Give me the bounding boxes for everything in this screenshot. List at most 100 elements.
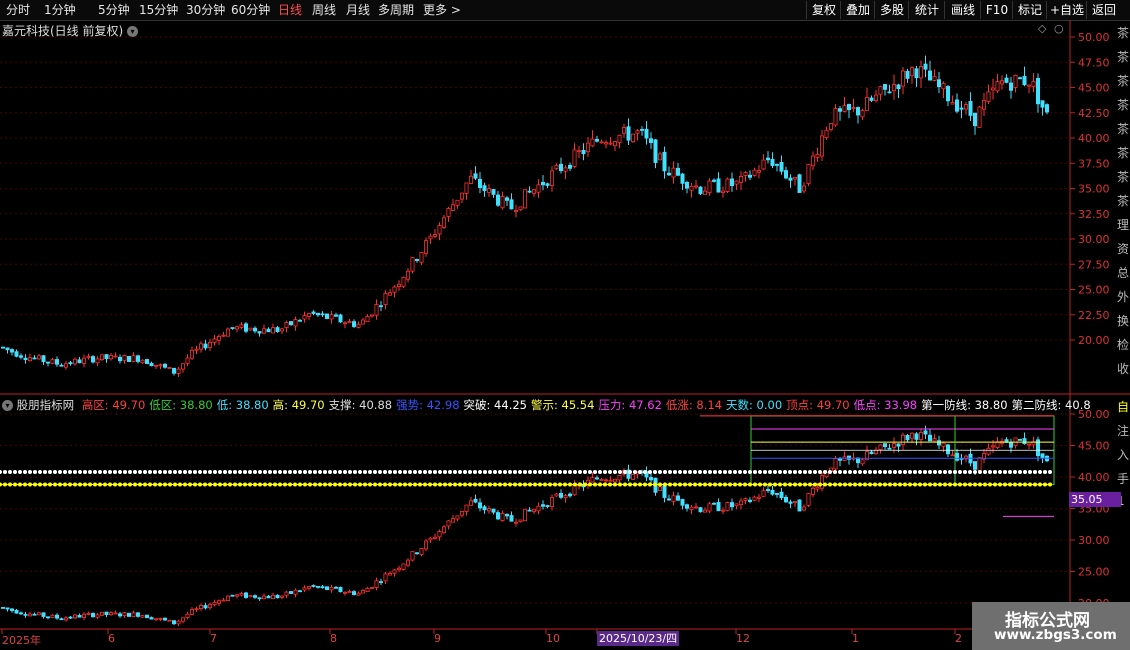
first-defense-dot bbox=[483, 482, 487, 487]
main-candle-body bbox=[613, 141, 618, 147]
indicator-value: 支撑: 40.88 bbox=[328, 398, 393, 412]
first-defense-dot bbox=[938, 482, 942, 487]
main-candle-body bbox=[658, 153, 663, 161]
main-candle-body bbox=[851, 107, 856, 110]
side-info-char[interactable]: 茶 bbox=[1117, 120, 1129, 137]
side-info-char[interactable]: 理 bbox=[1117, 216, 1129, 233]
indicator-candle-body bbox=[874, 449, 879, 455]
second-defense-dot bbox=[323, 469, 327, 474]
indicator-value: 突破: 44.25 bbox=[463, 398, 527, 412]
mark-button[interactable]: 标记 bbox=[1012, 1, 1047, 19]
first-defense-dot bbox=[953, 482, 957, 487]
side-info-char[interactable]: 手 bbox=[1117, 470, 1129, 487]
side-info-char[interactable]: 茶 bbox=[1117, 24, 1129, 41]
second-defense-dot bbox=[188, 469, 192, 474]
first-defense-dot bbox=[743, 482, 747, 487]
chevron-down-icon[interactable]: ▾ bbox=[2, 400, 13, 411]
first-defense-dot bbox=[88, 482, 92, 487]
tab-monthly[interactable]: 月线 bbox=[346, 2, 370, 18]
add-watchlist-button[interactable]: +自选 bbox=[1046, 1, 1087, 19]
draw-line-button[interactable]: 画线 bbox=[944, 1, 981, 19]
indicator-candle-body bbox=[887, 447, 892, 450]
indicator-candle-body bbox=[464, 504, 469, 512]
tab-intraday[interactable]: 分时 bbox=[6, 2, 30, 18]
side-info-char[interactable]: 茶 bbox=[1117, 72, 1129, 89]
second-defense-dot bbox=[233, 469, 237, 474]
indicator-candle-body bbox=[279, 595, 284, 598]
second-defense-dot bbox=[543, 469, 547, 474]
indicator-candle-body bbox=[802, 506, 807, 511]
side-info-char[interactable]: 检 bbox=[1117, 336, 1129, 353]
first-defense-dot bbox=[573, 482, 577, 487]
indicator-candle-body bbox=[635, 472, 640, 475]
diamond-icon[interactable]: ◇ bbox=[1038, 22, 1046, 35]
main-candle-body bbox=[775, 164, 780, 166]
second-defense-dot bbox=[888, 469, 892, 474]
indicator-candle-body bbox=[234, 594, 239, 597]
second-defense-dot bbox=[148, 469, 152, 474]
main-candle-body bbox=[982, 99, 987, 110]
side-info-char[interactable]: 换 bbox=[1117, 312, 1129, 329]
side-info-char[interactable]: 总 bbox=[1117, 264, 1129, 281]
indicator-candle-body bbox=[18, 612, 23, 615]
circle-icon[interactable]: ○ bbox=[1054, 22, 1064, 35]
first-defense-dot bbox=[508, 482, 512, 487]
indicator-candle-body bbox=[806, 493, 811, 506]
side-info-char[interactable]: 入 bbox=[1117, 446, 1129, 463]
time-axis-label: 6 bbox=[108, 632, 115, 645]
tab-more[interactable]: 更多 > bbox=[423, 2, 461, 18]
side-info-char[interactable]: 茶 bbox=[1117, 168, 1129, 185]
tab-multi-period[interactable]: 多周期 bbox=[378, 2, 414, 18]
main-candle-body bbox=[626, 126, 631, 141]
tab-daily[interactable]: 日线 bbox=[278, 2, 302, 18]
chevron-down-icon[interactable]: ▾ bbox=[127, 26, 139, 37]
tab-15min[interactable]: 15分钟 bbox=[139, 2, 178, 18]
indicator-candle-body bbox=[477, 502, 482, 509]
restore-rights-button[interactable]: 复权 bbox=[806, 1, 841, 19]
second-defense-dot bbox=[273, 469, 277, 474]
indicator-candle-body bbox=[473, 498, 478, 503]
side-info-char[interactable]: 注 bbox=[1117, 422, 1129, 439]
first-defense-dot bbox=[678, 482, 682, 487]
first-defense-dot bbox=[688, 482, 692, 487]
indicator-candle-body bbox=[622, 470, 627, 475]
tab-30min[interactable]: 30分钟 bbox=[186, 2, 225, 18]
side-info-char[interactable]: 茶 bbox=[1117, 144, 1129, 161]
side-info-char[interactable]: 茶 bbox=[1117, 192, 1129, 209]
back-button[interactable]: 返回 bbox=[1086, 1, 1121, 19]
first-defense-dot bbox=[628, 482, 632, 487]
main-candle-body bbox=[365, 316, 370, 323]
side-info-char[interactable]: 自 bbox=[1117, 398, 1129, 415]
indicator-candle-body bbox=[396, 567, 401, 571]
indicator-candle-body bbox=[122, 612, 127, 617]
first-defense-dot bbox=[568, 482, 572, 487]
time-axis-label: 2 bbox=[955, 632, 962, 645]
second-defense-dot bbox=[1023, 469, 1027, 474]
indicator-candle-body bbox=[851, 457, 856, 460]
tab-weekly[interactable]: 周线 bbox=[312, 2, 336, 18]
tab-5min[interactable]: 5分钟 bbox=[98, 2, 130, 18]
side-info-char[interactable]: 茶 bbox=[1117, 96, 1129, 113]
side-info-char[interactable]: 收 bbox=[1117, 360, 1129, 377]
tab-1min[interactable]: 1分钟 bbox=[44, 2, 76, 18]
side-info-char[interactable]: 资 bbox=[1117, 240, 1129, 257]
first-defense-dot bbox=[143, 482, 147, 487]
tab-60min[interactable]: 60分钟 bbox=[231, 2, 270, 18]
statistics-button[interactable]: 统计 bbox=[908, 1, 945, 19]
indicator-candle-body bbox=[324, 586, 329, 591]
overlay-button[interactable]: 叠加 bbox=[840, 1, 875, 19]
f10-button[interactable]: F10 bbox=[980, 1, 1013, 19]
main-candle-body bbox=[477, 178, 482, 188]
indicator-candle-body bbox=[50, 614, 55, 618]
multi-stock-button[interactable]: 多股 bbox=[874, 1, 909, 19]
first-defense-dot bbox=[833, 482, 837, 487]
first-defense-dot bbox=[428, 482, 432, 487]
side-info-char[interactable]: 外 bbox=[1117, 288, 1129, 305]
side-info-char[interactable]: 茶 bbox=[1117, 48, 1129, 65]
second-defense-dot bbox=[628, 469, 632, 474]
main-candle-body bbox=[793, 176, 798, 180]
main-candle-body bbox=[14, 351, 19, 357]
main-candle-body bbox=[955, 99, 960, 112]
second-defense-dot bbox=[358, 469, 362, 474]
first-defense-dot bbox=[183, 482, 187, 487]
